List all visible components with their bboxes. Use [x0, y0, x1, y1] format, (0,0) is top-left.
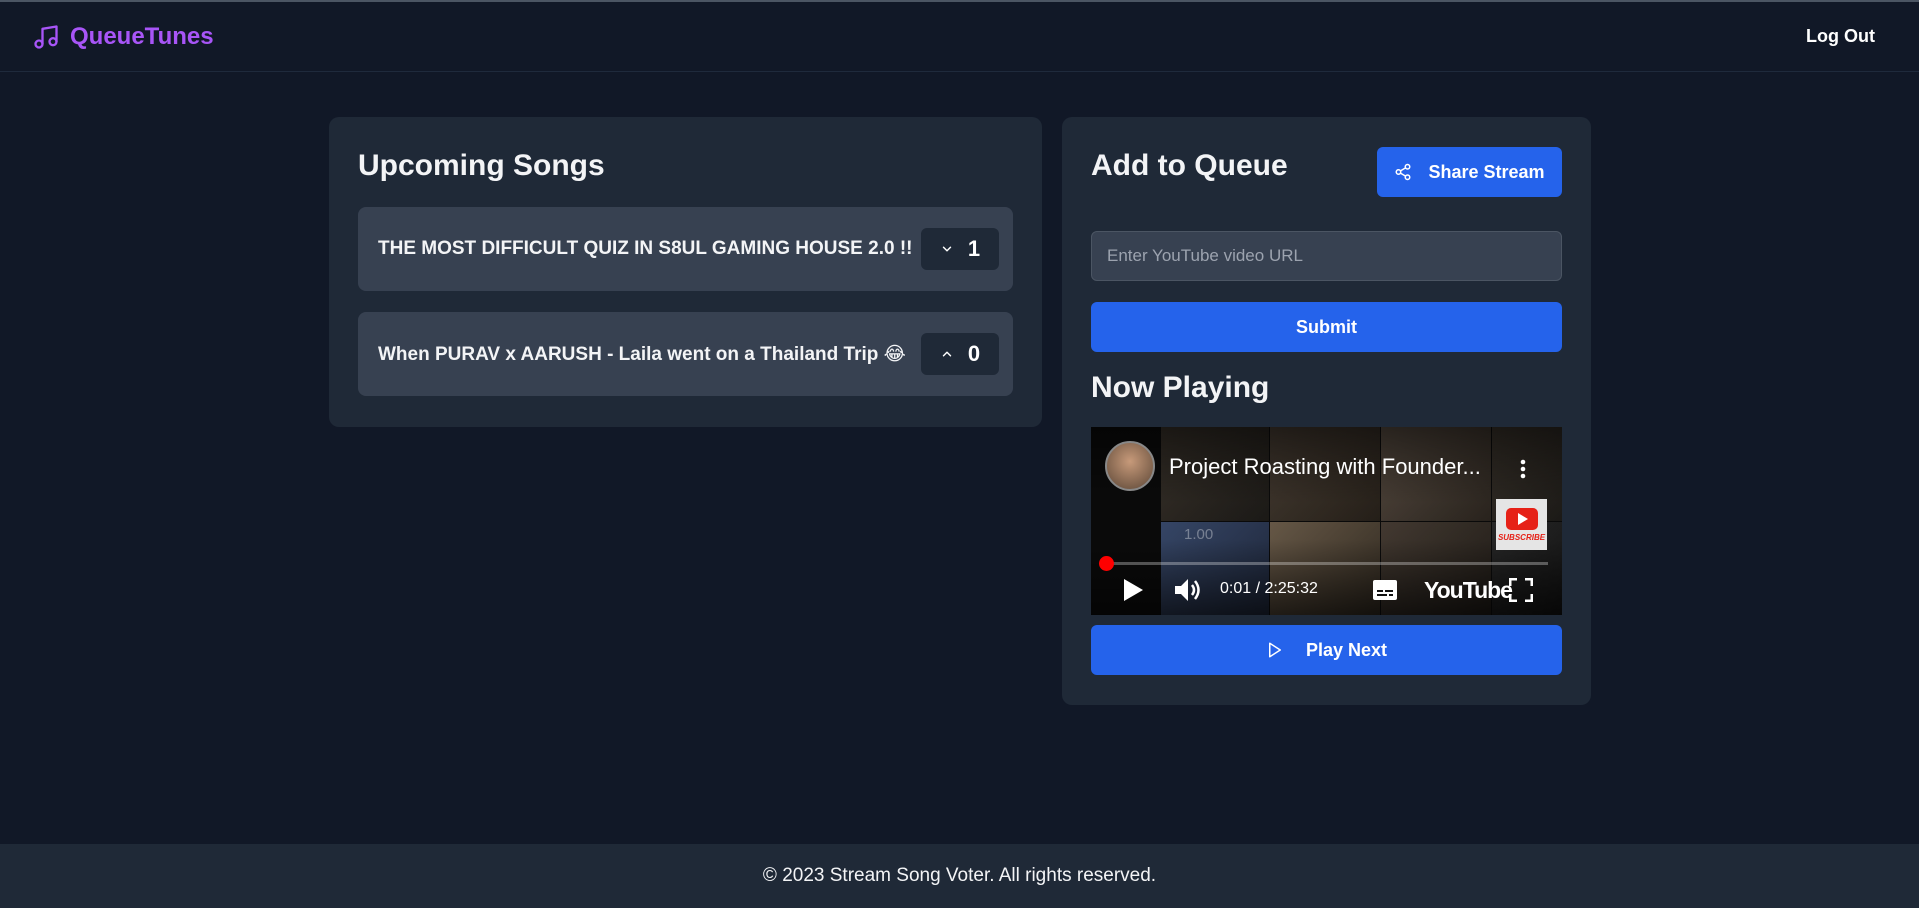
- brand-logo[interactable]: QueueTunes: [32, 23, 214, 51]
- upcoming-songs-title: Upcoming Songs: [358, 149, 605, 182]
- thumbnail-overlay-text: 1.00: [1184, 526, 1214, 543]
- vote-button[interactable]: 1: [921, 228, 999, 270]
- more-options-icon[interactable]: [1515, 457, 1531, 481]
- submit-button[interactable]: Submit: [1091, 302, 1562, 352]
- app-name: QueueTunes: [70, 22, 214, 50]
- vote-button[interactable]: 0: [921, 333, 999, 375]
- video-title[interactable]: Project Roasting with Founder...: [1169, 454, 1481, 480]
- add-to-queue-panel: Add to Queue Share Stream Submit Now Pla…: [1062, 117, 1591, 705]
- youtube-url-input[interactable]: [1091, 231, 1562, 281]
- progress-bar[interactable]: [1105, 562, 1548, 565]
- fullscreen-icon[interactable]: [1509, 578, 1533, 602]
- footer-copyright: © 2023 Stream Song Voter. All rights res…: [762, 865, 1157, 886]
- share-stream-button[interactable]: Share Stream: [1377, 147, 1562, 197]
- logout-button[interactable]: Log Out: [1806, 26, 1875, 47]
- chevron-down-icon: [942, 246, 952, 252]
- song-title: THE MOST DIFFICULT QUIZ IN S8UL GAMING H…: [378, 238, 913, 259]
- youtube-wordmark[interactable]: YouTube: [1424, 577, 1513, 604]
- progress-scrubber[interactable]: [1099, 556, 1114, 571]
- song-item: THE MOST DIFFICULT QUIZ IN S8UL GAMING H…: [358, 207, 1013, 291]
- subscribe-label: SUBSCRIBE: [1497, 532, 1546, 542]
- song-item: When PURAV x AARUSH - Laila went on a Th…: [358, 312, 1013, 396]
- music-note-icon: [34, 24, 58, 49]
- play-icon[interactable]: [1121, 577, 1145, 603]
- subscribe-badge[interactable]: SUBSCRIBE: [1496, 499, 1547, 550]
- playback-time: 0:01 / 2:25:32: [1220, 580, 1318, 597]
- chevron-up-icon: [942, 351, 952, 357]
- song-title: When PURAV x AARUSH - Laila went on a Th…: [378, 343, 906, 365]
- vote-count: 0: [967, 341, 981, 366]
- channel-avatar[interactable]: [1105, 441, 1155, 491]
- youtube-logo-icon: [1505, 507, 1538, 530]
- volume-icon[interactable]: [1173, 576, 1205, 604]
- play-next-button[interactable]: Play Next: [1091, 625, 1562, 675]
- add-to-queue-title: Add to Queue: [1091, 149, 1288, 182]
- share-icon: [1395, 163, 1411, 181]
- vote-count: 1: [967, 236, 981, 261]
- top-navbar: QueueTunes Log Out: [0, 2, 1919, 72]
- footer: © 2023 Stream Song Voter. All rights res…: [0, 844, 1919, 908]
- captions-icon[interactable]: [1372, 579, 1398, 601]
- play-next-label: Play Next: [1305, 639, 1388, 660]
- upcoming-songs-panel: Upcoming Songs THE MOST DIFFICULT QUIZ I…: [329, 117, 1042, 427]
- youtube-player[interactable]: 1.00 Project Roasting with Founder... SU…: [1091, 427, 1562, 615]
- share-stream-label: Share Stream: [1428, 161, 1545, 182]
- play-outline-icon: [1268, 642, 1281, 658]
- now-playing-title: Now Playing: [1091, 371, 1270, 404]
